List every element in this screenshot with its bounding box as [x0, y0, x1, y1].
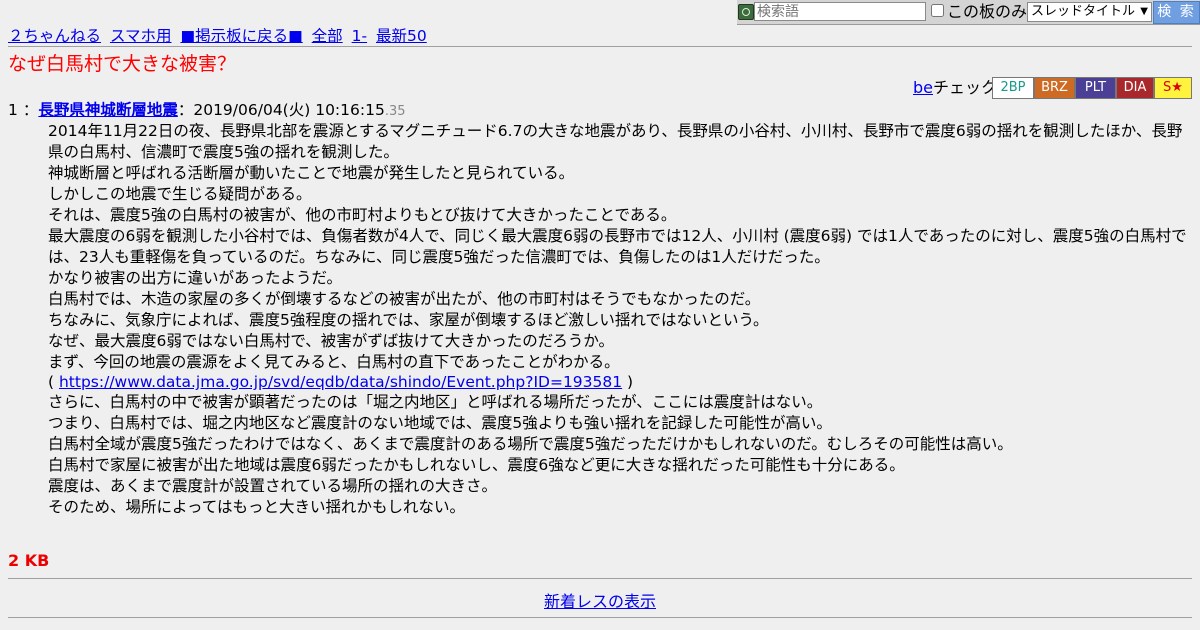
post-separator: ： — [22, 101, 39, 119]
new-responses-row: 新着レスの表示 — [0, 588, 1200, 612]
post-line: さらに、白馬村の中で被害が顕著だったのは「堀之内地区」と呼ばれる場所だったが、こ… — [48, 393, 823, 411]
nav-link-back-to-board[interactable]: ■掲示板に戻る■ — [180, 27, 302, 45]
search-logo-icon — [738, 4, 754, 20]
chevron-down-icon: ▼ — [1140, 6, 1148, 17]
post-header: 1 ：長野県神城断層地震：2019/06/04(火) 10:16:15.35 — [8, 100, 406, 122]
post-line: そのため、場所によってはもっと大きい揺れかもしれない。 — [48, 498, 465, 516]
post-number: 1 — [8, 101, 18, 119]
post-line: 白馬村で家屋に被害が出た地域は震度6弱だったかもしれないし、震度6強など更に大き… — [48, 456, 905, 474]
badge-dia[interactable]: DIA — [1116, 77, 1154, 99]
be-link[interactable]: be — [913, 78, 933, 97]
post-line: つまり、白馬村では、堀之内地区など震度計のない地域では、震度5強よりも強い揺れを… — [48, 414, 832, 432]
board-only-checkbox[interactable] — [931, 4, 944, 17]
post-line: なぜ、最大震度6弱ではない白馬村で、被害がずば抜けて大きかったのだろうか。 — [48, 332, 615, 350]
post-line: 神城断層と呼ばれる活断層が動いたことで地震が発生したと見られている。 — [48, 164, 575, 182]
new-responses-link[interactable]: 新着レスの表示 — [544, 592, 656, 611]
divider — [8, 46, 1192, 47]
board-only-label: この板のみ — [947, 2, 1028, 21]
post-line: 最大震度の6弱を観測した小谷村では、負傷者数が4人で、同じく最大震度6弱の長野市… — [48, 227, 1187, 266]
divider — [8, 617, 1192, 618]
post-body: 2014年11月22日の夜、長野県北部を震源とするマグニチュード6.7の大きな地… — [48, 121, 1196, 518]
post-line: 震度は、あくまで震度計が設置されている場所の揺れの大きさ。 — [48, 477, 498, 495]
badge-plt[interactable]: PLT — [1075, 77, 1116, 99]
post-line: 白馬村全域が震度5強だったわけではなく、あくまで震度計のある場所で震度5強だった… — [48, 435, 1013, 453]
badge-2bp[interactable]: 2BP — [992, 77, 1034, 99]
divider — [8, 578, 1192, 579]
search-bar: この板のみ スレッドタイトル ▼ 検 索 — [737, 0, 1200, 25]
nav-link-first[interactable]: 1- — [352, 27, 367, 45]
badge-brz[interactable]: BRZ — [1034, 77, 1075, 99]
be-check: beチェック — [913, 77, 997, 99]
search-type-value: スレッドタイトル — [1031, 4, 1136, 19]
nav-link-all[interactable]: 全部 — [312, 27, 343, 45]
post-line: まず、今回の地震の震源をよく見てみると、白馬村の直下であったことがわかる。 — [48, 353, 620, 371]
nav-link-2ch[interactable]: ２ちゃんねる — [8, 27, 101, 45]
post-line: それは、震度5強の白馬村の被害が、他の市町村よりもとび抜けて大きかったことである… — [48, 206, 677, 224]
nav-link-smartphone[interactable]: スマホ用 — [110, 27, 172, 45]
link-open-paren: ( — [48, 373, 59, 391]
link-close-paren: ) — [622, 373, 634, 391]
search-type-select[interactable]: スレッドタイトル ▼ — [1027, 2, 1152, 22]
thread-size-label: 2 KB — [8, 551, 50, 570]
search-button[interactable]: 検 索 — [1153, 1, 1200, 24]
search-input[interactable] — [754, 2, 926, 21]
post-line: しかしこの地震で生じる疑問がある。 — [48, 185, 312, 203]
post-author-name[interactable]: 長野県神城断層地震 — [38, 101, 178, 119]
nav-links: ２ちゃんねる スマホ用 ■掲示板に戻る■ 全部 1- 最新50 — [8, 26, 431, 46]
post-line: 2014年11月22日の夜、長野県北部を震源とするマグニチュード6.7の大きな地… — [48, 122, 1183, 161]
post-line: 白馬村では、木造の家屋の多くが倒壊するなどの被害が出たが、他の市町村はそうでもな… — [48, 290, 761, 308]
badge-s-star[interactable]: S★ — [1154, 77, 1192, 99]
post-date-ms: .35 — [384, 104, 406, 119]
nav-link-latest50[interactable]: 最新50 — [376, 27, 427, 45]
post-line: ちなみに、気象庁によれば、震度5強程度の揺れでは、家屋が倒壊するほど激しい揺れで… — [48, 311, 769, 329]
jma-event-link[interactable]: https://www.data.jma.go.jp/svd/eqdb/data… — [59, 373, 622, 391]
post-date: ：2019/06/04(火) 10:16:15 — [177, 101, 385, 119]
be-check-label: チェック — [933, 78, 998, 97]
post-line: かなり被害の出方に違いがあったようだ。 — [48, 269, 343, 287]
post-link-line: ( https://www.data.jma.go.jp/svd/eqdb/da… — [48, 373, 1196, 392]
be-badges: 2BP BRZ PLT DIA S★ — [992, 77, 1192, 99]
thread-title: なぜ白馬村で大きな被害？ — [8, 53, 237, 75]
